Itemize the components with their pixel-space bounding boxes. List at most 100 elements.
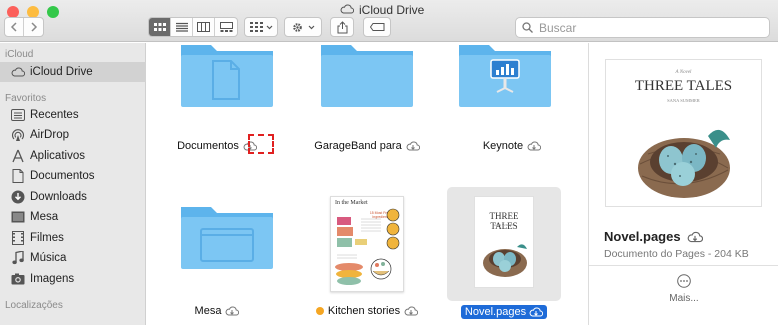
novel-thumbnail: THREE TALES SANA SUMMER: [474, 196, 534, 288]
thumb-author: SANA SUMMER: [493, 223, 515, 227]
file-label: Keynote: [442, 140, 582, 152]
file-label: GarageBand para: [297, 140, 437, 152]
movies-icon: [11, 231, 25, 245]
icon-view-button[interactable]: [149, 18, 172, 36]
pictures-icon: [11, 272, 25, 286]
kitchen-illustration: [335, 208, 400, 285]
cover-title: THREE TALES: [634, 78, 733, 94]
cloud-download-icon[interactable]: [529, 307, 544, 317]
search-input[interactable]: [539, 20, 739, 35]
back-button[interactable]: [5, 18, 24, 36]
document-icon: [11, 169, 25, 183]
annotation-highlight: [248, 134, 274, 154]
folder-icon: [321, 45, 413, 107]
tags-button[interactable]: [363, 17, 391, 37]
cover-author: SANA SUMMER: [667, 98, 700, 103]
gallery-view-button[interactable]: [215, 18, 237, 36]
preview-cover: A Novel THREE TALES SANA SUMMER: [605, 59, 762, 207]
downloads-icon: [11, 190, 25, 204]
file-item-selected[interactable]: THREE TALES SANA SUMMER Novel.pages: [447, 187, 587, 325]
sidebar-item-label: Recentes: [30, 109, 79, 121]
file-item[interactable]: In the Market 15 Most Fresh Ingredients: [297, 193, 437, 325]
file-name: Kitchen stories: [327, 305, 401, 317]
cloud-download-icon[interactable]: [406, 141, 420, 151]
sidebar-item-imagens[interactable]: Imagens: [0, 269, 146, 289]
preview-file-name: Novel.pages: [604, 229, 681, 244]
preview-pane: A Novel THREE TALES SANA SUMMER Novel.pa…: [588, 43, 778, 325]
sidebar-item-label: Filmes: [30, 232, 64, 244]
toolbar: iCloud Drive: [0, 0, 778, 42]
search-icon: [522, 22, 533, 33]
share-button[interactable]: [330, 17, 354, 37]
sidebar-item-label: Downloads: [30, 191, 87, 203]
sidebar-item-aplicativos[interactable]: Aplicativos: [0, 146, 146, 166]
selected-file-name-pill: Novel.pages: [460, 305, 548, 319]
chevron-down-icon: [266, 25, 272, 29]
column-view-button[interactable]: [193, 18, 216, 36]
sidebar-item-label: Imagens: [30, 273, 75, 285]
sidebar-item-documentos[interactable]: Documentos: [0, 166, 146, 186]
file-item[interactable]: Mesa: [147, 193, 287, 325]
file-name: Documentos: [177, 140, 239, 152]
gear-icon: [293, 22, 302, 32]
cloud-download-icon[interactable]: [404, 306, 419, 316]
search-field[interactable]: [515, 17, 770, 38]
file-item[interactable]: Keynote: [442, 43, 582, 168]
cloud-icon: [11, 65, 25, 79]
chevron-right-icon: [30, 22, 37, 32]
more-button[interactable]: Mais...: [659, 274, 709, 304]
list-icon: [175, 22, 188, 32]
folder-icon: [181, 45, 273, 107]
forward-button[interactable]: [24, 18, 43, 36]
sidebar: iCloud iCloud Drive Favoritos Recentes A…: [0, 43, 146, 325]
bird-nest-image: [638, 129, 730, 198]
file-label: Mesa: [147, 305, 287, 317]
sidebar-item-icloud-drive[interactable]: iCloud Drive: [0, 62, 146, 82]
tag-icon: [369, 23, 384, 31]
chevron-down-icon: [308, 25, 315, 29]
more-label: Mais...: [669, 293, 699, 304]
file-name: Mesa: [194, 305, 222, 317]
orange-tag-dot: [315, 307, 324, 315]
preview-title: Novel.pages: [604, 229, 703, 244]
finder-window: iCloud Drive Buscar iCloud iCloud Drive …: [0, 0, 778, 325]
preview-info: Documento do Pages - 204 KB: [604, 248, 749, 260]
sidebar-item-musica[interactable]: Música: [0, 248, 146, 268]
window-title-text: iCloud Drive: [359, 3, 425, 17]
chevron-left-icon: [10, 22, 17, 32]
thumb-heading: In the Market: [335, 200, 368, 206]
action-button[interactable]: [284, 17, 322, 37]
sidebar-item-airdrop[interactable]: AirDrop: [0, 125, 146, 145]
grid-icon: [153, 23, 166, 31]
file-item[interactable]: Documentos: [147, 43, 287, 168]
sidebar-heading-icloud: iCloud: [5, 49, 34, 60]
cloud-download-icon[interactable]: [527, 141, 542, 151]
file-grid: Documentos GarageBand para Keynote Mesa …: [147, 43, 587, 325]
thumb-title: THREE TALES: [489, 211, 519, 231]
preview-divider: [589, 265, 778, 266]
sidebar-item-label: AirDrop: [30, 129, 69, 141]
group-grid-icon: [249, 22, 263, 32]
list-view-button[interactable]: [171, 18, 194, 36]
sidebar-item-mesa[interactable]: Mesa: [0, 207, 146, 227]
file-item[interactable]: GarageBand para: [297, 43, 437, 168]
view-mode-control: [148, 17, 238, 37]
cloud-download-icon[interactable]: [225, 306, 240, 316]
applications-icon: [11, 149, 25, 163]
cloud-download-icon[interactable]: [687, 231, 703, 243]
share-icon: [337, 20, 347, 33]
file-label: Novel.pages: [434, 305, 574, 319]
sidebar-item-downloads[interactable]: Downloads: [0, 187, 146, 207]
recents-icon: [11, 108, 25, 122]
sidebar-heading-localizacoes: Localizações: [5, 300, 63, 311]
sidebar-item-recentes[interactable]: Recentes: [0, 105, 146, 125]
sidebar-item-label: Aplicativos: [30, 150, 85, 162]
file-name: GarageBand para: [314, 140, 402, 152]
zoom-button[interactable]: [47, 6, 59, 18]
file-name: Novel.pages: [464, 306, 527, 318]
music-icon: [11, 251, 25, 265]
kitchen-stories-thumbnail: In the Market 15 Most Fresh Ingredients: [330, 196, 404, 292]
sidebar-item-filmes[interactable]: Filmes: [0, 228, 146, 248]
group-button[interactable]: [244, 17, 278, 37]
window-title: iCloud Drive: [340, 2, 440, 18]
